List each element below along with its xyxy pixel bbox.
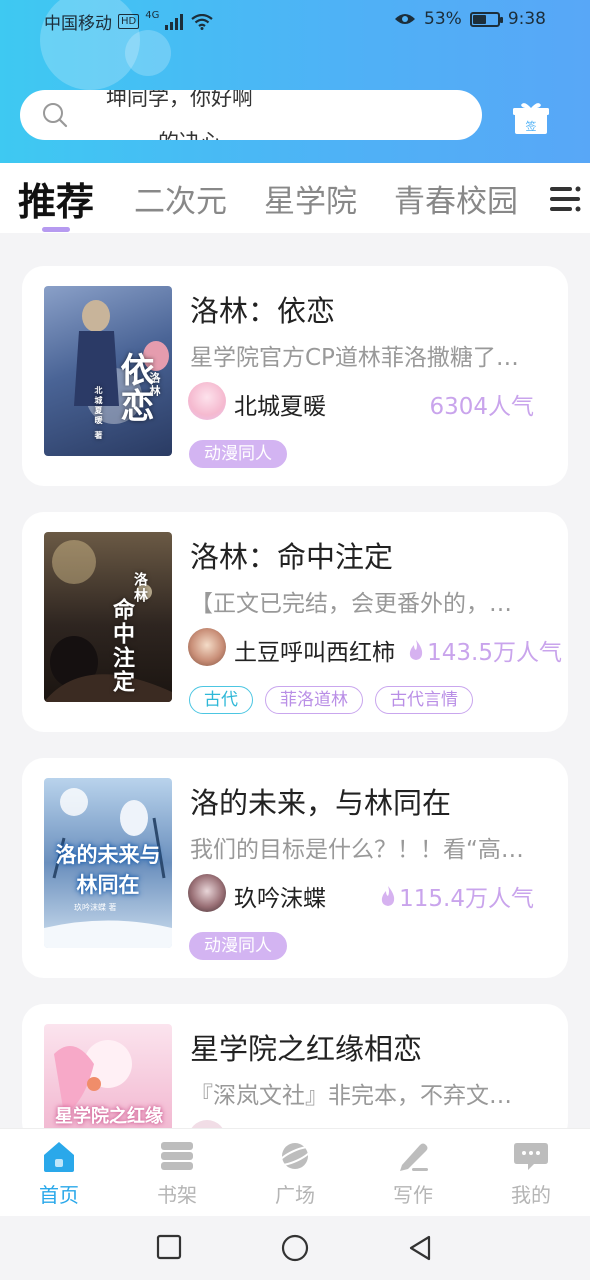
flame-icon [382, 886, 395, 906]
book-title[interactable]: 洛的未来，与林同在 [190, 780, 451, 822]
clock: 9:38 [507, 9, 546, 29]
back-icon[interactable] [407, 1234, 433, 1262]
tab-star-academy[interactable]: 星学院 [264, 176, 357, 221]
cover-title-text: 命中注定 [109, 598, 135, 694]
tab-campus[interactable]: 青春校园 [394, 176, 518, 221]
book-title[interactable]: 洛林：命中注定 [190, 534, 393, 576]
hd-badge: HD [118, 14, 140, 29]
nav-home-label: 首页 [39, 1183, 79, 1207]
tag-list: 古代 菲洛道林 古代言情 [189, 686, 473, 714]
cover-title-text: 洛的未来与林同在 [55, 842, 161, 897]
book-card[interactable]: 洛林 命中注定 洛林：命中注定 【正文已完结，会更番外的，… 土豆呼叫西红柿 1… [22, 512, 568, 732]
system-navigation-bar [0, 1216, 590, 1280]
cover-author-text: 玖吟沫蝶 著 [74, 903, 117, 912]
menu-icon [550, 186, 581, 212]
tab-menu-button[interactable] [534, 163, 590, 233]
book-card[interactable]: 星学院之红缘相恋 星学院之红缘相恋 『深岚文社』非完本，不弃文… [22, 1004, 568, 1144]
book-cover[interactable]: 洛的未来与林同在 玖吟沫蝶 著 [44, 778, 172, 948]
book-title[interactable]: 洛林：依恋 [190, 288, 335, 330]
book-description: 【正文已完结，会更番外的，… [190, 591, 512, 617]
nav-write[interactable]: 写作 [373, 1139, 453, 1208]
author-name[interactable]: 玖吟沫蝶 [234, 879, 326, 913]
tab-anime[interactable]: 二次元 [134, 176, 227, 221]
chat-bubble-icon [514, 1143, 548, 1170]
search-hint-line2: 的决心 [158, 126, 221, 140]
header: 中国移动 HD 4G 53% 9:38 坤同学，你好啊 签 [0, 0, 590, 163]
tag-list: 动漫同人 [189, 932, 287, 960]
book-cover[interactable]: 洛林 命中注定 [44, 532, 172, 702]
checkin-label: 签 [526, 119, 537, 133]
cover-author-text: 北城夏暖 著 [94, 386, 104, 441]
bottom-navigation: 首页 书架 广场 写作 我的 [0, 1128, 590, 1216]
signal-icon [165, 13, 184, 30]
book-description: 『深岚文社』非完本，不弃文… [190, 1083, 512, 1109]
wifi-icon [191, 13, 214, 30]
tag[interactable]: 动漫同人 [189, 932, 287, 960]
cover-title-text: 依恋 [114, 352, 154, 424]
book-description: 我们的目标是什么？！！看“高… [190, 837, 524, 863]
avatar[interactable] [188, 874, 226, 912]
eye-icon [395, 14, 416, 24]
home-icon [44, 1142, 74, 1172]
flame-icon [410, 640, 423, 660]
nav-square-label: 广场 [275, 1183, 315, 1207]
recent-apps-icon[interactable] [156, 1234, 182, 1260]
avatar[interactable] [188, 628, 226, 666]
tag[interactable]: 古代言情 [375, 686, 473, 714]
popularity-text: 143.5万人气 [427, 640, 562, 666]
nav-mine[interactable]: 我的 [491, 1139, 571, 1208]
book-card[interactable]: 洛的未来与林同在 玖吟沫蝶 著 洛的未来，与林同在 我们的目标是什么？！！看“高… [22, 758, 568, 978]
popularity-text: 6304人气 [429, 394, 534, 420]
popularity: 143.5万人气 [407, 633, 562, 667]
tab-indicator [42, 227, 70, 232]
category-tabs: 推荐 二次元 星学院 青春校园 [0, 163, 590, 233]
tag[interactable]: 古代 [189, 686, 253, 714]
status-bar: 中国移动 HD 4G 53% 9:38 [0, 0, 590, 40]
network-type: 4G [145, 10, 160, 21]
popularity: 115.4万人气 [379, 879, 534, 913]
scrolled-content-edge [40, 225, 510, 241]
search-icon [43, 103, 68, 128]
book-cover[interactable]: 星学院之红缘相恋 [44, 1024, 172, 1144]
nav-square[interactable]: 广场 [255, 1139, 335, 1208]
search-hint-line1: 坤同学，你好啊 [106, 90, 253, 110]
book-title[interactable]: 星学院之红缘相恋 [190, 1026, 422, 1068]
battery-percent: 53% [424, 9, 462, 29]
search-bar[interactable]: 坤同学，你好啊 的决心 [20, 90, 482, 140]
author-name[interactable]: 土豆呼叫西红柿 [234, 633, 395, 667]
checkin-gift-icon[interactable]: 签 [512, 100, 550, 136]
popularity-text: 115.4万人气 [399, 886, 534, 912]
tag-list: 动漫同人 [189, 440, 287, 468]
nav-home[interactable]: 首页 [19, 1139, 99, 1208]
planet-icon [277, 1143, 313, 1169]
bookshelf-icon [161, 1142, 193, 1170]
nav-bookshelf-label: 书架 [157, 1183, 197, 1207]
nav-bookshelf[interactable]: 书架 [137, 1139, 217, 1208]
nav-mine-label: 我的 [511, 1183, 551, 1207]
author-row: 玖吟沫蝶 115.4万人气 [188, 874, 568, 914]
author-name[interactable]: 北城夏暖 [234, 387, 326, 421]
author-row: 北城夏暖 6304人气 [188, 382, 568, 422]
tag[interactable]: 动漫同人 [189, 440, 287, 468]
book-cover[interactable]: 洛林 依恋 北城夏暖 著 [44, 286, 172, 456]
author-row: 土豆呼叫西红柿 143.5万人气 [188, 628, 568, 668]
nav-write-label: 写作 [393, 1183, 433, 1207]
book-description: 星学院官方CP道林菲洛撒糖了… [190, 345, 519, 371]
tag[interactable]: 菲洛道林 [265, 686, 363, 714]
battery-icon [469, 11, 503, 27]
pen-icon [400, 1143, 428, 1171]
home-button-icon[interactable] [281, 1234, 309, 1262]
book-card[interactable]: 洛林 依恋 北城夏暖 著 洛林：依恋 星学院官方CP道林菲洛撒糖了… 北城夏暖 … [22, 266, 568, 486]
battery-fill [472, 14, 486, 24]
popularity: 6304人气 [429, 387, 534, 421]
tab-recommend[interactable]: 推荐 [18, 171, 94, 226]
avatar[interactable] [188, 382, 226, 420]
carrier-name: 中国移动 [44, 14, 112, 34]
